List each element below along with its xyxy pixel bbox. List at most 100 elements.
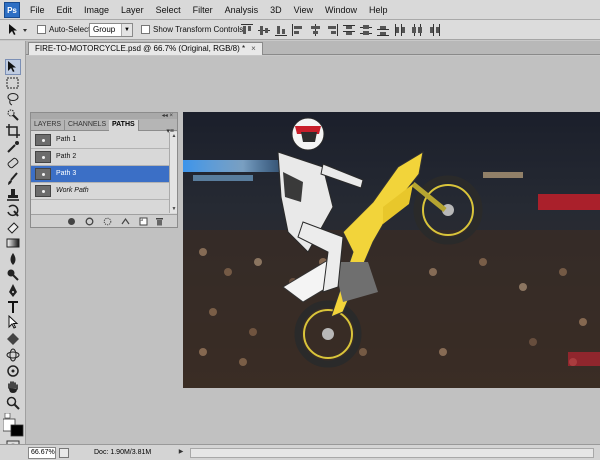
- menu-filter[interactable]: Filter: [187, 0, 219, 20]
- trash-icon: [156, 218, 163, 226]
- history-brush-icon: [7, 204, 19, 217]
- path-list-scrollbar[interactable]: ▲ ▼: [169, 132, 177, 213]
- blur-tool[interactable]: [5, 251, 21, 267]
- menu-view[interactable]: View: [288, 0, 319, 20]
- menu-select[interactable]: Select: [150, 0, 187, 20]
- type-icon: [8, 301, 18, 313]
- horizontal-scrollbar[interactable]: [190, 448, 594, 458]
- make-work-path-icon: [121, 217, 130, 225]
- align-hcenter-button[interactable]: [308, 22, 322, 38]
- menu-help[interactable]: Help: [363, 0, 394, 20]
- menu-items: File Edit Image Layer Select Filter Anal…: [24, 0, 394, 20]
- scroll-up-icon[interactable]: ▲: [171, 133, 177, 139]
- menu-analysis[interactable]: Analysis: [219, 0, 265, 20]
- fill-path-button[interactable]: [67, 217, 76, 226]
- path-thumbnail: [35, 134, 51, 146]
- healing-brush-tool[interactable]: [5, 155, 21, 171]
- brush-tool[interactable]: [5, 171, 21, 187]
- close-icon[interactable]: ×: [251, 44, 256, 53]
- new-path-button[interactable]: [139, 217, 148, 226]
- tab-channels[interactable]: CHANNELS: [65, 120, 111, 131]
- align-bottom-button[interactable]: [274, 22, 288, 38]
- new-path-icon: [139, 217, 148, 226]
- menu-layer[interactable]: Layer: [115, 0, 150, 20]
- path-item-3[interactable]: Path 3: [31, 166, 177, 183]
- crop-icon: [6, 124, 20, 138]
- distribute-bottom-button[interactable]: [376, 22, 390, 38]
- document-canvas-photo[interactable]: [183, 112, 600, 388]
- stroke-path-icon: [85, 217, 94, 226]
- align-vcenter-button[interactable]: [257, 22, 271, 38]
- distribute-top-button[interactable]: [342, 22, 356, 38]
- move-arrow-icon: [8, 61, 16, 72]
- zoom-tool[interactable]: [5, 395, 21, 411]
- menu-edit[interactable]: Edit: [51, 0, 79, 20]
- path-item-work[interactable]: Work Path: [31, 183, 177, 200]
- history-brush-tool[interactable]: [5, 203, 21, 219]
- eraser-tool[interactable]: [5, 219, 21, 235]
- distribute-vcenter-icon: [360, 25, 372, 35]
- align-top-icon: [241, 24, 253, 34]
- hand-tool[interactable]: [5, 379, 21, 395]
- distribute-left-button[interactable]: [393, 22, 407, 38]
- scroll-down-icon[interactable]: ▼: [171, 206, 177, 212]
- photoshop-logo[interactable]: Ps: [4, 2, 20, 18]
- path-selection-tool[interactable]: [5, 315, 21, 331]
- distribute-hcenter-button[interactable]: [410, 22, 424, 38]
- document-tab[interactable]: FIRE-TO-MOTORCYCLE.psd @ 66.7% (Original…: [28, 42, 263, 55]
- menu-window[interactable]: Window: [319, 0, 363, 20]
- tab-layers[interactable]: LAYERS: [31, 120, 66, 131]
- color-swatches[interactable]: [3, 413, 25, 437]
- path-thumbnail: [35, 168, 51, 180]
- marquee-tool[interactable]: [5, 75, 21, 91]
- tab-paths[interactable]: PATHS: [109, 120, 139, 131]
- stroke-path-button[interactable]: [85, 217, 94, 226]
- eyedropper-tool[interactable]: [5, 139, 21, 155]
- status-arrow-icon[interactable]: ▶: [176, 447, 186, 458]
- make-work-path-button[interactable]: [121, 217, 130, 226]
- clone-stamp-tool[interactable]: [5, 187, 21, 203]
- options-bar: Auto-Select: Group ▼ Show Transform Cont…: [0, 20, 600, 40]
- auto-select-dropdown[interactable]: Group ▼: [89, 23, 133, 37]
- dodge-icon: [7, 269, 19, 281]
- load-selection-icon: [103, 217, 112, 226]
- move-tool[interactable]: [5, 59, 21, 75]
- quick-select-tool[interactable]: [5, 107, 21, 123]
- 3d-orbit-icon: [7, 365, 19, 377]
- pen-tool[interactable]: [5, 283, 21, 299]
- lasso-tool[interactable]: [5, 91, 21, 107]
- align-top-button[interactable]: [240, 22, 254, 38]
- zoom-level-field[interactable]: 66.67%: [28, 447, 56, 459]
- crop-tool[interactable]: [5, 123, 21, 139]
- 3d-rotate-tool[interactable]: [5, 347, 21, 363]
- path-label: Path 3: [56, 170, 77, 177]
- menu-image[interactable]: Image: [78, 0, 115, 20]
- menu-file[interactable]: File: [24, 0, 51, 20]
- gradient-tool[interactable]: [5, 235, 21, 251]
- tool-preset-picker[interactable]: [6, 22, 32, 38]
- status-menu-icon[interactable]: [59, 448, 69, 458]
- menu-3d[interactable]: 3D: [264, 0, 288, 20]
- motocross-photo: [183, 112, 600, 388]
- eyedropper-icon: [7, 141, 19, 153]
- align-right-button[interactable]: [325, 22, 339, 38]
- type-tool[interactable]: [5, 299, 21, 315]
- path-item-2[interactable]: Path 2: [31, 149, 177, 166]
- 3d-orbit-tool[interactable]: [5, 363, 21, 379]
- auto-select-checkbox[interactable]: [37, 25, 46, 34]
- distribute-right-button[interactable]: [427, 22, 441, 38]
- load-as-selection-button[interactable]: [103, 217, 112, 226]
- menu-bar: Ps File Edit Image Layer Select Filter A…: [0, 0, 600, 20]
- path-thumbnail: [35, 151, 51, 163]
- distribute-vcenter-button[interactable]: [359, 22, 373, 38]
- fill-path-icon: [68, 218, 75, 225]
- align-left-button[interactable]: [291, 22, 305, 38]
- delete-path-button[interactable]: [155, 217, 164, 226]
- marquee-icon: [6, 77, 19, 89]
- align-bottom-icon: [275, 26, 287, 36]
- path-item-1[interactable]: Path 1: [31, 132, 177, 149]
- auto-select-value: Group: [93, 25, 116, 34]
- shape-tool[interactable]: [5, 331, 21, 347]
- dodge-tool[interactable]: [5, 267, 21, 283]
- show-transform-checkbox[interactable]: [141, 25, 150, 34]
